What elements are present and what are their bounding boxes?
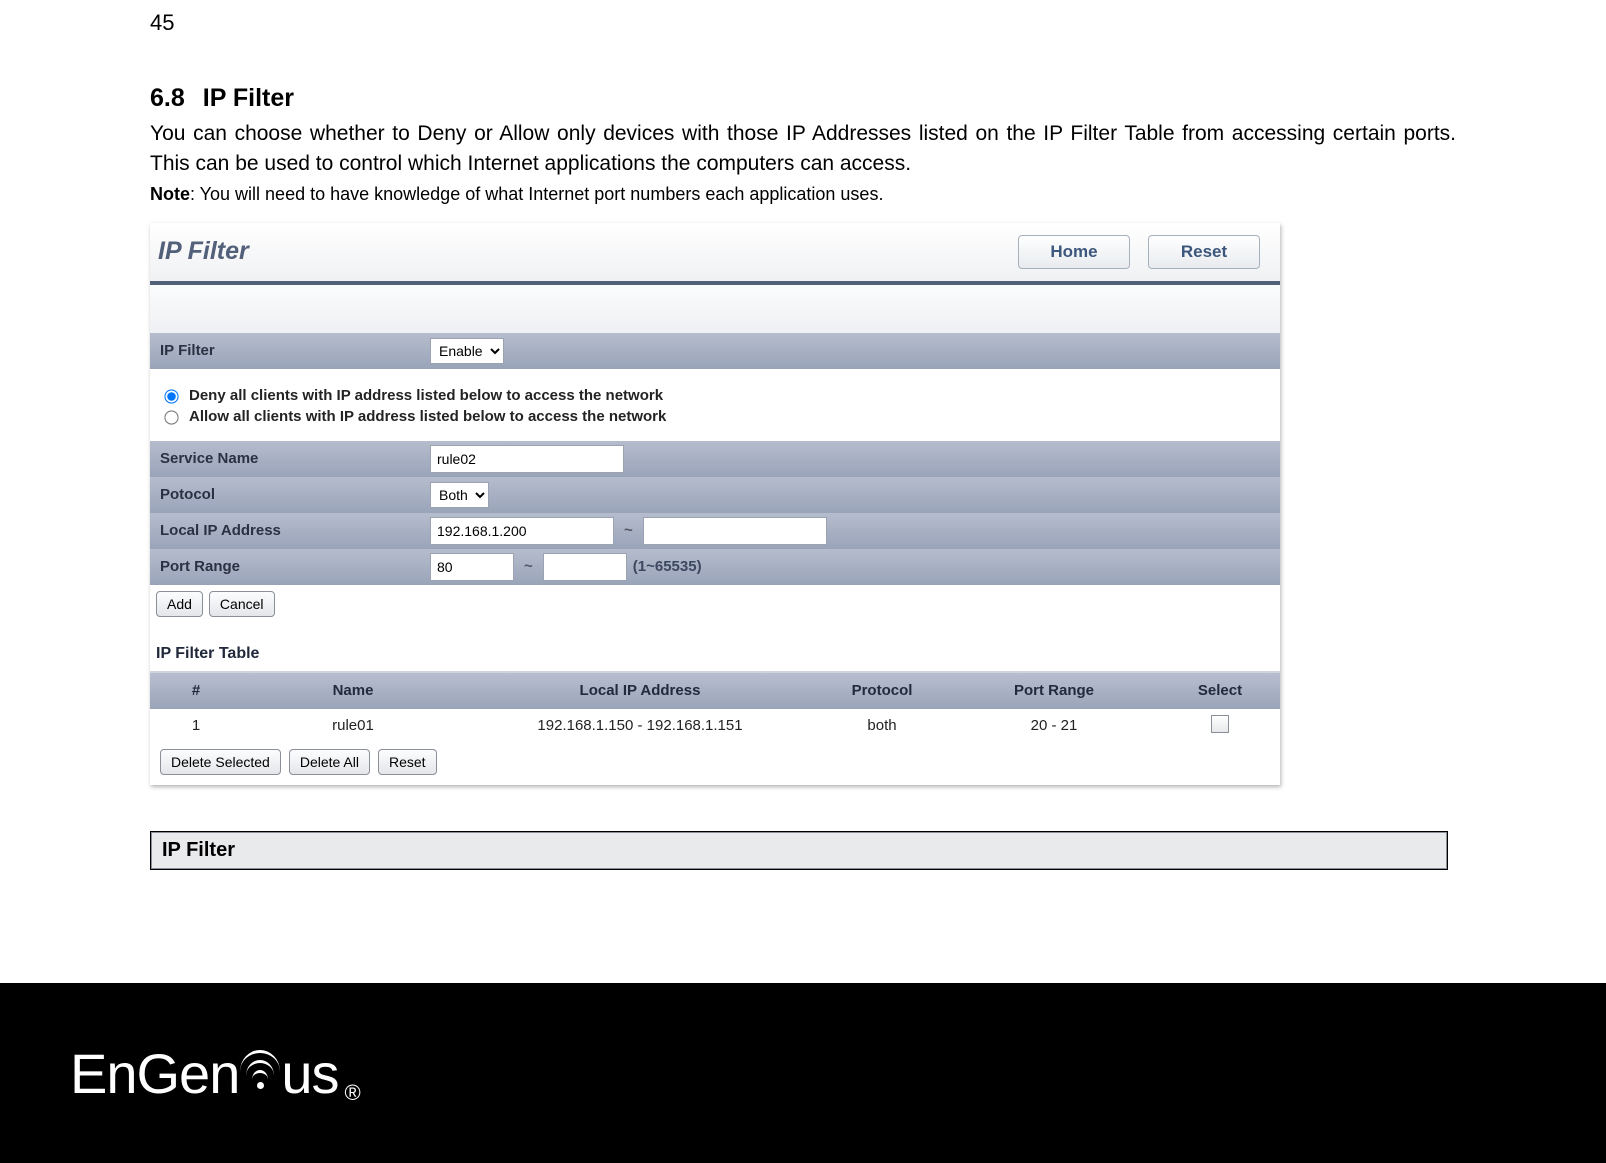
section-title: IP Filter — [203, 84, 294, 112]
radio-allow-input[interactable] — [164, 411, 178, 425]
filter-table-heading: IP Filter Table — [150, 637, 1280, 671]
th-port-range: Port Range — [948, 673, 1160, 709]
ip-filter-table: # Name Local IP Address Protocol Port Ra… — [150, 673, 1280, 743]
cell-protocol: both — [816, 709, 948, 743]
delete-all-button[interactable]: Delete All — [289, 749, 370, 775]
table-row: 1 rule01 192.168.1.150 - 192.168.1.151 b… — [150, 709, 1280, 743]
select-checkbox[interactable] — [1211, 715, 1229, 733]
tilde-separator: ~ — [614, 522, 643, 539]
section-heading: 6.8 IP Filter — [150, 84, 1456, 113]
registered-icon: ® — [345, 1080, 360, 1106]
reset-button[interactable]: Reset — [1148, 235, 1260, 269]
note-label: Note — [150, 184, 190, 204]
logo-part-en: En — [70, 1041, 137, 1106]
th-index: # — [150, 673, 242, 709]
section-number: 6.8 — [150, 84, 185, 113]
router-ui-screenshot: IP Filter Home Reset IP Filter Enable — [150, 223, 1280, 785]
cell-name: rule01 — [242, 709, 464, 743]
service-name-label: Service Name — [150, 450, 430, 467]
table-reset-button[interactable]: Reset — [378, 749, 437, 775]
th-ip: Local IP Address — [464, 673, 816, 709]
note-text: : You will need to have knowledge of wha… — [190, 184, 883, 204]
radio-deny-input[interactable] — [164, 390, 178, 404]
page-number: 45 — [150, 0, 1456, 66]
radio-deny[interactable]: Deny all clients with IP address listed … — [160, 387, 1280, 404]
enable-label: IP Filter — [150, 342, 430, 359]
enable-row: IP Filter Enable — [150, 333, 1280, 369]
panel-title: IP Filter — [158, 237, 249, 266]
body-paragraph: You can choose whether to Deny or Allow … — [150, 119, 1456, 180]
logo-part-us: us — [281, 1041, 338, 1106]
delete-selected-button[interactable]: Delete Selected — [160, 749, 281, 775]
local-ip-from-input[interactable] — [430, 517, 614, 545]
table-header-row: # Name Local IP Address Protocol Port Ra… — [150, 673, 1280, 709]
boxed-heading: IP Filter — [151, 832, 1447, 869]
cell-index: 1 — [150, 709, 242, 743]
page-footer: EnGenus ® — [0, 983, 1606, 1163]
cell-ip: 192.168.1.150 - 192.168.1.151 — [464, 709, 816, 743]
service-name-input[interactable] — [430, 445, 624, 473]
note-line: Note: You will need to have knowledge of… — [150, 184, 1456, 205]
cell-select — [1160, 709, 1280, 743]
enable-select[interactable]: Enable — [430, 338, 504, 364]
home-button[interactable]: Home — [1018, 235, 1130, 269]
radio-allow-label: Allow all clients with IP address listed… — [189, 408, 666, 425]
boxed-heading-container: IP Filter — [150, 831, 1448, 870]
th-select: Select — [1160, 673, 1280, 709]
tilde-separator-2: ~ — [514, 558, 543, 575]
engenius-logo: EnGenus ® — [70, 1041, 360, 1106]
th-protocol: Protocol — [816, 673, 948, 709]
cell-port-range: 20 - 21 — [948, 709, 1160, 743]
radio-allow[interactable]: Allow all clients with IP address listed… — [160, 408, 1280, 425]
logo-part-gen: Gen — [137, 1041, 240, 1106]
local-ip-label: Local IP Address — [150, 522, 430, 539]
th-name: Name — [242, 673, 464, 709]
port-range-label: Port Range — [150, 558, 430, 575]
protocol-select[interactable]: Both — [430, 482, 489, 508]
radio-deny-label: Deny all clients with IP address listed … — [189, 387, 663, 404]
port-to-input[interactable] — [543, 553, 627, 581]
port-hint: (1~65535) — [633, 558, 702, 575]
local-ip-to-input[interactable] — [643, 517, 827, 545]
add-button[interactable]: Add — [156, 591, 203, 617]
cancel-button[interactable]: Cancel — [209, 591, 275, 617]
protocol-label: Potocol — [150, 486, 430, 503]
port-from-input[interactable] — [430, 553, 514, 581]
wifi-icon — [239, 1050, 281, 1106]
